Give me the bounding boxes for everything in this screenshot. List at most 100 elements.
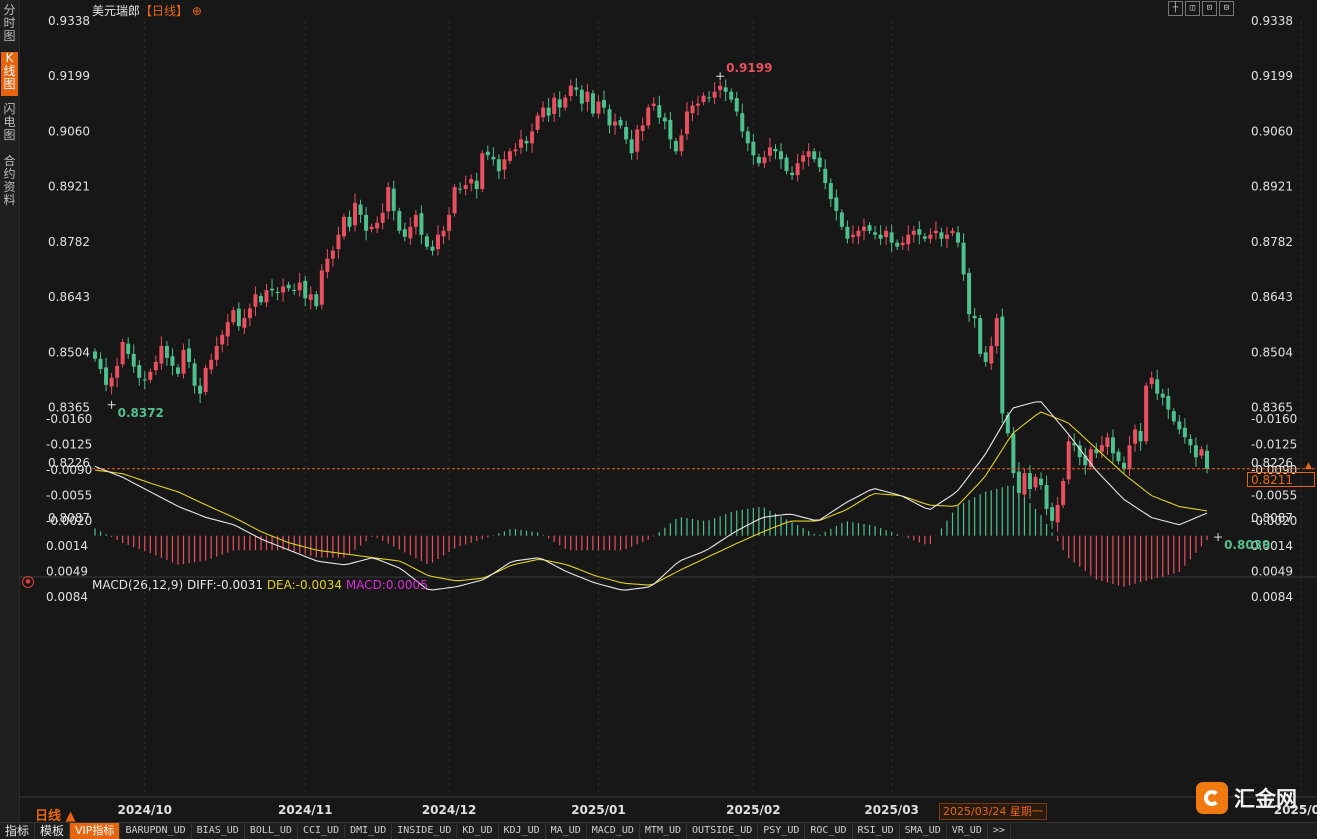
candle-body bbox=[264, 290, 269, 303]
candle-body bbox=[773, 148, 778, 152]
candle-body bbox=[1066, 441, 1071, 480]
candle-body bbox=[358, 204, 363, 215]
candle-body bbox=[911, 230, 916, 235]
indicator-tab-psyud[interactable]: PSY_UD bbox=[758, 823, 806, 839]
candle-body bbox=[153, 361, 158, 371]
candle-body bbox=[740, 113, 745, 132]
candle-body bbox=[679, 135, 684, 152]
candle-body bbox=[1105, 437, 1110, 447]
candle-body bbox=[635, 129, 640, 152]
indicator-tab-biasud[interactable]: BIAS_UD bbox=[192, 823, 245, 839]
candle-body bbox=[806, 151, 811, 157]
candle-body bbox=[651, 103, 656, 107]
candle-body bbox=[330, 250, 335, 259]
chart-toolbar: ┼ ◫ ⊡ ⊟ bbox=[1168, 1, 1234, 16]
candle-body bbox=[1061, 481, 1066, 505]
candle-body bbox=[928, 234, 933, 239]
indicator-tab-bollud[interactable]: BOLL_UD bbox=[245, 823, 298, 839]
candle-body bbox=[513, 149, 518, 152]
indicator-list: BARUPDN_UD BIAS_UD BOLL_UD CCI_UD DMI_UD INSI… bbox=[120, 823, 1011, 839]
candle-body bbox=[1205, 450, 1209, 469]
candle-body bbox=[601, 100, 606, 108]
candle-body bbox=[972, 315, 977, 319]
template-tab[interactable]: 模板 bbox=[35, 823, 71, 839]
candle-body bbox=[751, 141, 756, 156]
candle-body bbox=[978, 318, 983, 354]
candle-body bbox=[640, 125, 645, 132]
indicator-tab-mtmud[interactable]: MTM_UD bbox=[640, 823, 688, 839]
macd-legend: MACD(26,12,9) DIFF:-0.0031 DEA:-0.0034 M… bbox=[92, 578, 428, 592]
zoom-icon[interactable]: ⊡ bbox=[1202, 1, 1217, 16]
candle-body bbox=[563, 97, 568, 108]
indicator-tab-maud[interactable]: MA_UD bbox=[546, 823, 587, 839]
extreme-label: 0.8372 bbox=[118, 406, 164, 420]
indicator-tab-rsiud[interactable]: RSI_UD bbox=[853, 823, 900, 839]
candle-body bbox=[137, 365, 142, 378]
candle-body bbox=[258, 295, 263, 303]
chart-canvas[interactable]: 2024/10 2024/11 2024/12 2025/01 2025/02 2025/… bbox=[0, 0, 1317, 822]
candle-body bbox=[950, 230, 955, 234]
candle-body bbox=[629, 139, 634, 154]
candle-body bbox=[480, 153, 485, 190]
candle-body bbox=[884, 230, 889, 238]
candle-body bbox=[618, 119, 623, 126]
candle-body bbox=[745, 131, 750, 144]
y-tick-label-left: 0.8921 bbox=[48, 180, 90, 194]
macd-histogram bbox=[94, 485, 1208, 587]
candle-body bbox=[474, 180, 479, 190]
candle-body bbox=[148, 371, 153, 380]
candle-body bbox=[325, 258, 330, 273]
indicator-tab-macdud[interactable]: MACD_UD bbox=[587, 823, 640, 839]
indicator-tab-kdjud[interactable]: KDJ_UD bbox=[499, 823, 546, 839]
candle-body bbox=[568, 85, 573, 97]
candle-body bbox=[596, 101, 601, 114]
indicator-tab-cciud[interactable]: CCI_UD bbox=[298, 823, 346, 839]
macd-y-tick-label-left: 0.0049 bbox=[46, 564, 88, 578]
chart-title: 美元瑞郎【日线】 ⊕ bbox=[92, 2, 202, 19]
candle-body bbox=[756, 156, 761, 164]
indicator-tab-[interactable]: >> bbox=[988, 823, 1011, 839]
macd-y-tick-label-right: -0.0160 bbox=[1251, 412, 1297, 426]
candle-body bbox=[1110, 437, 1115, 454]
vip-indicator-tab[interactable]: VIP指标 bbox=[70, 823, 121, 839]
candle-body bbox=[1177, 421, 1182, 430]
candle-body bbox=[784, 157, 789, 172]
crosshair-icon[interactable]: ┼ bbox=[1168, 1, 1183, 16]
y-tick-label-right: 0.9199 bbox=[1251, 69, 1293, 83]
indicator-tab-barupdnud[interactable]: BARUPDN_UD bbox=[120, 823, 192, 839]
extreme-label: 0.8039 bbox=[1224, 538, 1270, 552]
candle-body bbox=[187, 348, 192, 362]
indicator-tab-dmiud[interactable]: DMI_UD bbox=[345, 823, 393, 839]
candle-body bbox=[712, 91, 717, 98]
candle-body bbox=[1099, 445, 1104, 452]
indicator-tab-insideud[interactable]: INSIDE_UD bbox=[392, 823, 458, 839]
indicator-tab-outsideud[interactable]: OUTSIDE_UD bbox=[687, 823, 759, 839]
candle-body bbox=[1033, 477, 1038, 488]
candle-body bbox=[779, 151, 784, 160]
candle-body bbox=[225, 322, 230, 337]
candle-body bbox=[690, 105, 695, 114]
candle-body bbox=[1199, 449, 1204, 456]
candle-body bbox=[823, 168, 828, 184]
candle-body bbox=[120, 342, 125, 365]
add-indicator-icon[interactable]: ⊕ bbox=[192, 4, 202, 18]
indicator-tab[interactable]: 指标 bbox=[0, 823, 36, 839]
candle-body bbox=[181, 349, 186, 374]
x-tick-label: 2024/10 bbox=[118, 803, 172, 817]
candle-body bbox=[214, 345, 219, 360]
reset-icon[interactable]: ⊟ bbox=[1219, 1, 1234, 16]
candle-body bbox=[1166, 396, 1171, 410]
indicator-tab-rocud[interactable]: ROC_UD bbox=[805, 823, 853, 839]
candle-body bbox=[1000, 316, 1005, 414]
extreme-label: 0.9199 bbox=[726, 61, 772, 75]
candle-body bbox=[574, 87, 579, 90]
y-tick-label-right: 0.8921 bbox=[1251, 180, 1293, 194]
indicator-tab-kdud[interactable]: KD_UD bbox=[457, 823, 499, 839]
indicator-tab-smaud[interactable]: SMA_UD bbox=[900, 823, 947, 839]
candle-body bbox=[845, 226, 850, 239]
period-label[interactable]: 【日线】 bbox=[140, 4, 188, 18]
settings-icon[interactable]: ● bbox=[22, 576, 34, 588]
fullscreen-icon[interactable]: ◫ bbox=[1185, 1, 1200, 16]
candle-body bbox=[1127, 445, 1132, 470]
indicator-tab-vrud[interactable]: VR_UD bbox=[947, 823, 988, 839]
